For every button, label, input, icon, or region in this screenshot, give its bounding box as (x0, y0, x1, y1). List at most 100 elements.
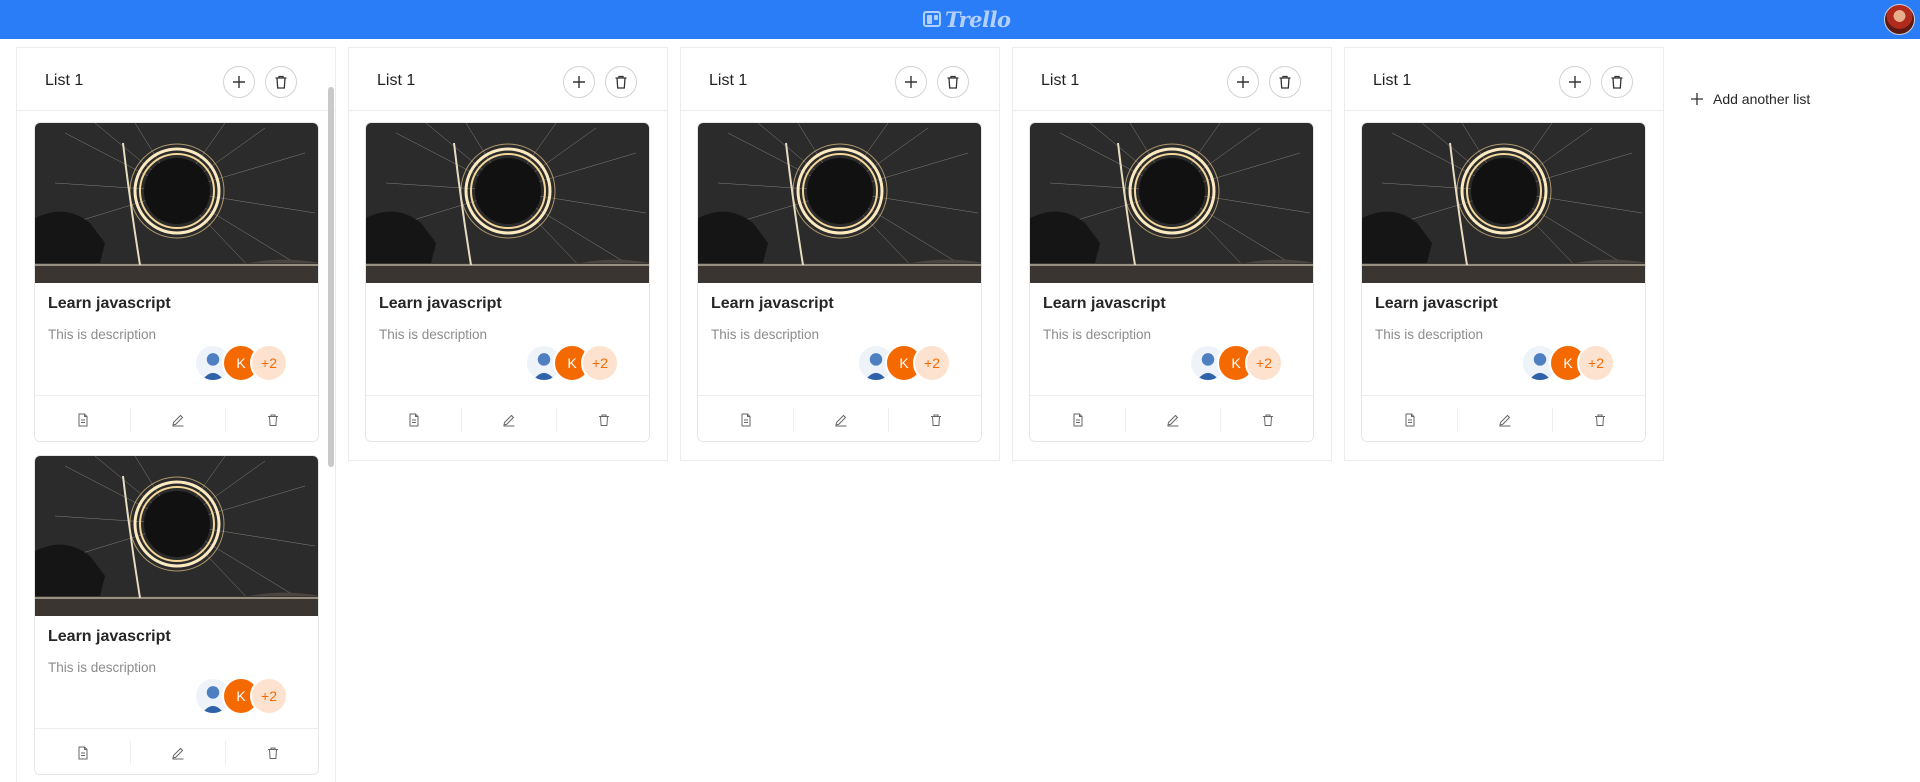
edit-card-button[interactable] (1125, 396, 1220, 441)
trash-icon (930, 414, 941, 426)
delete-list-button[interactable] (265, 66, 297, 98)
plus-icon (905, 76, 917, 88)
brand-logo[interactable]: Trello (923, 7, 1011, 32)
trash-icon (267, 747, 278, 759)
trash-icon (598, 414, 609, 426)
delete-card-button[interactable] (888, 396, 981, 441)
add-card-button[interactable] (895, 66, 927, 98)
more-members-badge[interactable]: +2 (250, 677, 288, 715)
edit-card-button[interactable] (461, 396, 556, 441)
delete-card-button[interactable] (556, 396, 649, 441)
card-cover-image (35, 123, 318, 283)
list-column: List 1 Learn javascript This is descript… (1344, 47, 1664, 461)
add-card-button[interactable] (223, 66, 255, 98)
delete-card-button[interactable] (1220, 396, 1313, 441)
card[interactable]: Learn javascript This is description K +… (697, 122, 982, 442)
file-text-icon (741, 413, 750, 426)
card-title: Learn javascript (711, 295, 834, 312)
card-title: Learn javascript (1043, 295, 1166, 312)
card-actions (366, 395, 649, 441)
list-scrollbar[interactable] (328, 87, 334, 467)
list-title: List 1 (377, 72, 416, 89)
add-card-button[interactable] (563, 66, 595, 98)
trash-icon (1611, 75, 1623, 89)
view-card-button[interactable] (698, 396, 793, 441)
card-description: This is description (1043, 327, 1152, 342)
file-text-icon (409, 413, 418, 426)
card-description: This is description (1375, 327, 1484, 342)
list-header: List 1 (681, 48, 999, 111)
card-description: This is description (48, 660, 157, 675)
edit-card-button[interactable] (130, 729, 225, 774)
list-title: List 1 (1041, 72, 1080, 89)
card-cover-image (35, 456, 318, 616)
trash-icon (267, 414, 278, 426)
trash-icon (947, 75, 959, 89)
trash-icon (1262, 414, 1273, 426)
delete-list-button[interactable] (1601, 66, 1633, 98)
file-text-icon (78, 413, 87, 426)
board: List 1 Learn javascript This is descript… (0, 39, 1920, 782)
more-members-badge[interactable]: +2 (581, 344, 619, 382)
plus-icon (1569, 76, 1581, 88)
edit-card-button[interactable] (1457, 396, 1552, 441)
more-members-badge[interactable]: +2 (1577, 344, 1615, 382)
edit-icon (834, 414, 846, 426)
add-card-button[interactable] (1559, 66, 1591, 98)
card-actions (1362, 395, 1645, 441)
add-card-button[interactable] (1227, 66, 1259, 98)
view-card-button[interactable] (35, 396, 130, 441)
trash-icon (1594, 414, 1605, 426)
more-members-badge[interactable]: +2 (1245, 344, 1283, 382)
view-card-button[interactable] (366, 396, 461, 441)
trash-icon (615, 75, 627, 89)
card-members: K +2 (1521, 344, 1633, 382)
file-text-icon (78, 746, 87, 759)
top-bar: Trello (0, 0, 1920, 39)
more-members-badge[interactable]: +2 (250, 344, 288, 382)
add-list-button[interactable]: Add another list (1690, 91, 1810, 107)
plus-icon (573, 76, 585, 88)
list-header: List 1 (17, 48, 335, 111)
edit-card-button[interactable] (793, 396, 888, 441)
card[interactable]: Learn javascript This is description K +… (34, 122, 319, 442)
card-description: This is description (379, 327, 488, 342)
card-members: K +2 (525, 344, 637, 382)
card-description: This is description (711, 327, 820, 342)
delete-card-button[interactable] (225, 396, 318, 441)
card[interactable]: Learn javascript This is description K +… (1029, 122, 1314, 442)
card-cover-image (698, 123, 981, 283)
delete-card-button[interactable] (1552, 396, 1645, 441)
view-card-button[interactable] (1030, 396, 1125, 441)
list-column: List 1 Learn javascript This is descript… (16, 47, 336, 782)
user-avatar[interactable] (1884, 4, 1915, 35)
delete-list-button[interactable] (937, 66, 969, 98)
plus-icon (1237, 76, 1249, 88)
delete-list-button[interactable] (605, 66, 637, 98)
edit-icon (1498, 414, 1510, 426)
file-text-icon (1073, 413, 1082, 426)
list-title: List 1 (709, 72, 748, 89)
file-text-icon (1405, 413, 1414, 426)
card[interactable]: Learn javascript This is description K +… (1361, 122, 1646, 442)
card-actions (1030, 395, 1313, 441)
card-cover-image (366, 123, 649, 283)
card-title: Learn javascript (379, 295, 502, 312)
view-card-button[interactable] (1362, 396, 1457, 441)
edit-card-button[interactable] (130, 396, 225, 441)
card[interactable]: Learn javascript This is description K +… (365, 122, 650, 442)
trello-board-icon (923, 11, 941, 27)
view-card-button[interactable] (35, 729, 130, 774)
delete-list-button[interactable] (1269, 66, 1301, 98)
list-header: List 1 (1013, 48, 1331, 111)
card-actions (698, 395, 981, 441)
more-members-badge[interactable]: +2 (913, 344, 951, 382)
plus-icon (1691, 93, 1703, 105)
list-title: List 1 (45, 72, 84, 89)
list-title: List 1 (1373, 72, 1412, 89)
delete-card-button[interactable] (225, 729, 318, 774)
card-members: K +2 (857, 344, 969, 382)
card-title: Learn javascript (1375, 295, 1498, 312)
card[interactable]: Learn javascript This is description K +… (34, 455, 319, 775)
card-description: This is description (48, 327, 157, 342)
